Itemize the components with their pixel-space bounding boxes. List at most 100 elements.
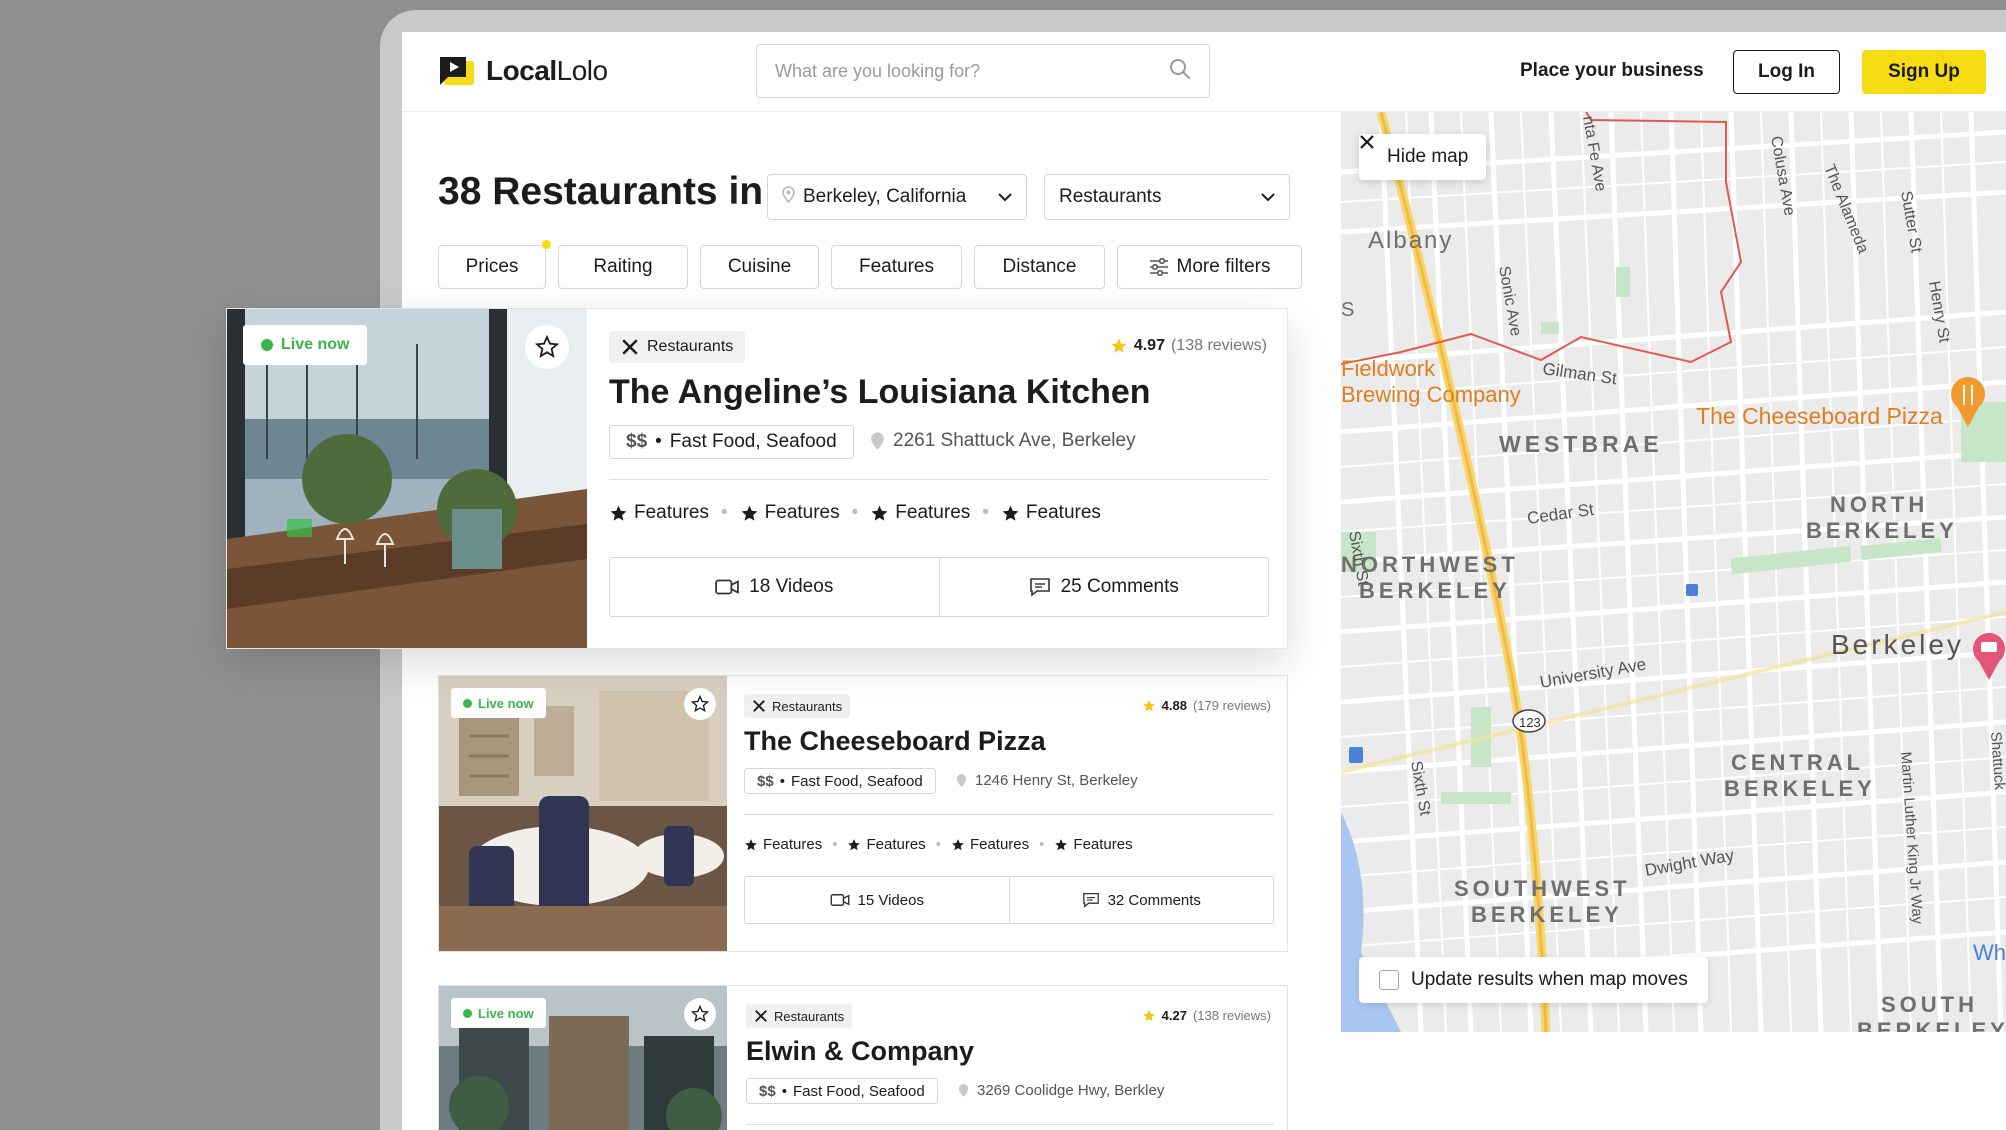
star-filled-icon: [1142, 699, 1156, 713]
star-outline-icon: [691, 695, 709, 713]
comments-button[interactable]: 32 Comments: [1008, 877, 1274, 923]
category-label: Restaurants: [774, 1008, 845, 1024]
media-row: 15 Videos 32 Comments: [744, 876, 1274, 924]
videos-label: 15 Videos: [857, 891, 924, 909]
map-label-albany: Albany: [1368, 227, 1453, 254]
filter-prices[interactable]: Prices: [438, 240, 551, 289]
price-cuisine-tag: $$ • Fast Food, Seafood: [746, 1078, 938, 1104]
search-icon[interactable]: [1169, 58, 1191, 85]
feature-item: Features: [1054, 836, 1133, 853]
signup-button[interactable]: Sign Up: [1862, 50, 1986, 94]
category-value: Restaurants: [1059, 186, 1162, 207]
map-label-berkeley-n: BERKELEY: [1806, 518, 1958, 543]
chevron-down-icon: [1261, 186, 1275, 208]
utensils-icon: [621, 338, 639, 356]
place-business-link[interactable]: Place your business: [1520, 60, 1704, 82]
listing-title[interactable]: The Cheeseboard Pizza: [744, 726, 1046, 757]
address: 3269 Coolidge Hwy, Berkley: [958, 1082, 1164, 1099]
rating: 4.88 (179 reviews): [1142, 698, 1271, 713]
results-title: 38 Restaurants in: [438, 170, 764, 213]
filter-label: Cuisine: [727, 256, 792, 277]
location-pin-icon: [958, 1083, 969, 1098]
live-label: Live now: [478, 695, 534, 711]
live-dot-icon: [463, 1008, 472, 1018]
videos-button[interactable]: 15 Videos: [745, 877, 1009, 923]
separator-dot: •: [779, 772, 785, 790]
map-label: Who: [1973, 940, 2006, 965]
filter-features[interactable]: Features: [831, 245, 962, 289]
map-label-berkeley-sw: BERKELEY: [1471, 902, 1623, 927]
address-text: 2261 Shattuck Ave, Berkeley: [893, 430, 1136, 451]
video-camera-icon: [830, 893, 850, 907]
update-checkbox[interactable]: [1379, 970, 1399, 990]
category-select[interactable]: Restaurants: [1044, 174, 1290, 220]
live-dot-icon: [463, 698, 472, 708]
feature-item: Features: [1001, 502, 1101, 524]
feature-item: Features: [609, 502, 709, 524]
chevron-down-icon: [998, 186, 1012, 208]
location-value: Berkeley, California: [803, 186, 967, 207]
address: 1246 Henry St, Berkeley: [956, 772, 1138, 789]
comments-label: 25 Comments: [1060, 576, 1179, 597]
favorite-button[interactable]: [684, 998, 716, 1030]
hide-map-button[interactable]: Hide map: [1359, 134, 1487, 180]
rating: 4.97 (138 reviews): [1110, 337, 1267, 355]
category-label: Restaurants: [772, 698, 843, 714]
comments-label: 32 Comments: [1107, 891, 1201, 909]
listing-title[interactable]: The Angeline’s Louisiana Kitchen: [609, 373, 1151, 412]
filter-label: Prices: [465, 256, 519, 277]
feature-item: Features: [744, 836, 822, 853]
price-level: $$: [757, 772, 774, 790]
brand-logo[interactable]: LocalLolo: [438, 55, 608, 87]
feature-item: Features: [951, 836, 1029, 853]
price-cuisine-tag: $$ • Fast Food, Seafood: [744, 768, 936, 794]
listing-card[interactable]: Live now Restaurants 4.88 (179 reviews) …: [438, 675, 1288, 952]
update-label: Update results when map moves: [1411, 969, 1688, 990]
more-filters-button[interactable]: More filters: [1117, 245, 1302, 289]
feature-item: Features: [740, 502, 840, 524]
map-label-fieldwork: Fieldwork: [1341, 356, 1436, 381]
featured-listing-card[interactable]: Live now Restaurants 4.97 (138 reviews) …: [226, 308, 1288, 649]
live-now-badge: Live now: [451, 998, 546, 1028]
star-filled-icon: [1110, 337, 1128, 355]
star-outline-icon: [691, 1005, 709, 1023]
live-now-badge: Live now: [451, 688, 546, 718]
review-count: (138 reviews): [1192, 1008, 1271, 1023]
update-on-move-toggle[interactable]: Update results when map moves: [1359, 957, 1708, 1003]
map-label-berkeley-nw: BERKELEY: [1359, 578, 1511, 603]
category-tag[interactable]: Restaurants: [609, 331, 746, 363]
favorite-button[interactable]: [684, 688, 716, 720]
star-outline-icon: [535, 335, 559, 359]
favorite-button[interactable]: [525, 325, 569, 369]
filter-rating[interactable]: Raiting: [558, 245, 688, 289]
map-label-berkeley: Berkeley: [1831, 629, 1964, 660]
category-tag[interactable]: Restaurants: [746, 1004, 853, 1028]
search-input[interactable]: [775, 60, 1169, 82]
listing-title[interactable]: Elwin & Company: [746, 1036, 974, 1067]
login-button[interactable]: Log In: [1733, 50, 1840, 94]
filter-bar: Prices Raiting Cuisine Features Distance…: [438, 240, 1302, 289]
address-text: 3269 Coolidge Hwy, Berkley: [977, 1082, 1165, 1099]
filter-distance[interactable]: Distance: [974, 245, 1105, 289]
location-select[interactable]: Berkeley, California: [767, 174, 1027, 220]
map-label-westbrae: WESTBRAE: [1499, 431, 1663, 457]
cuisine-label: Fast Food, Seafood: [790, 772, 923, 790]
review-count: (138 reviews): [1170, 337, 1267, 354]
divider: [609, 479, 1269, 480]
comments-button[interactable]: 25 Comments: [938, 558, 1269, 616]
videos-button[interactable]: 18 Videos: [610, 558, 939, 616]
search-bar[interactable]: [756, 44, 1210, 98]
address: 2261 Shattuck Ave, Berkeley: [870, 430, 1136, 452]
filter-label: Raiting: [593, 256, 653, 277]
map-label-south: SOUTH: [1881, 992, 1978, 1017]
map-canvas[interactable]: Albany S Fieldwork Brewing Company The C…: [1341, 112, 2006, 1032]
listing-card[interactable]: Live now Restaurants 4.27 (138 reviews) …: [438, 985, 1288, 1130]
route-number: 123: [1519, 715, 1541, 730]
video-camera-icon: [715, 578, 739, 596]
filter-cuisine[interactable]: Cuisine: [700, 245, 819, 289]
category-tag[interactable]: Restaurants: [744, 694, 851, 718]
cuisine-label: Fast Food, Seafood: [792, 1082, 925, 1100]
map-panel[interactable]: Albany S Fieldwork Brewing Company The C…: [1341, 112, 2006, 1032]
map-label-cheeseboard: The Cheeseboard Pizza: [1696, 403, 1943, 429]
media-row: 18 Videos 25 Comments: [609, 557, 1269, 617]
